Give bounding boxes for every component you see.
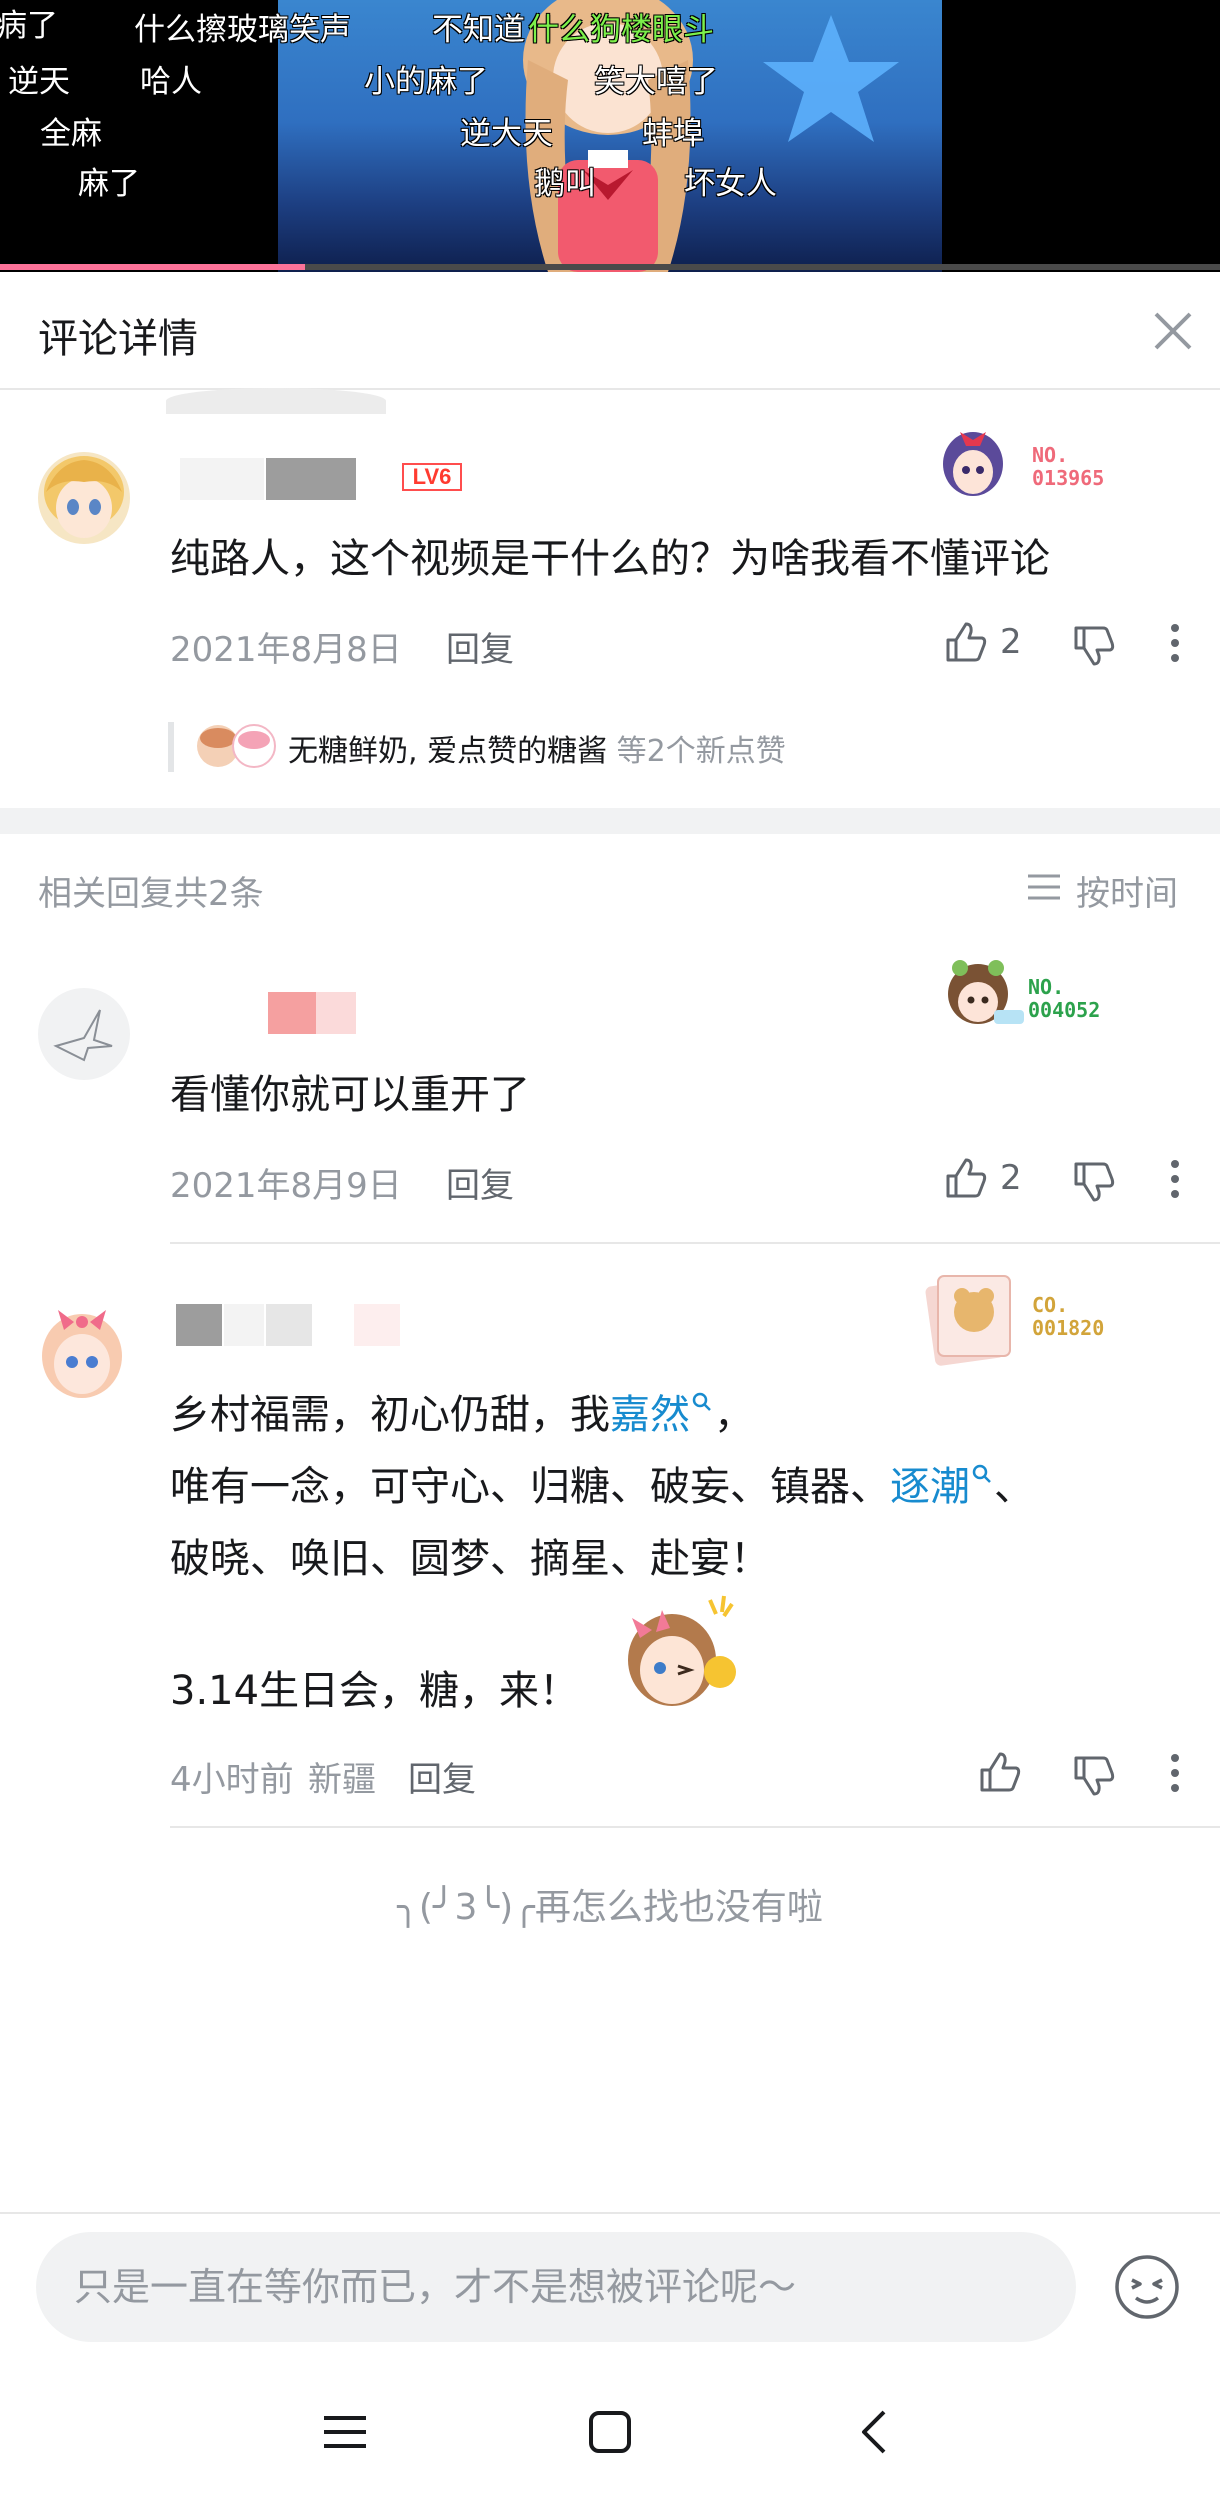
- danmaku-text: 逆天: [8, 64, 70, 100]
- more-options-icon[interactable]: [1160, 1156, 1190, 1202]
- fan-badge-icon: [948, 960, 1024, 1024]
- comment-text-line: 3.14生日会，糖，来！: [170, 1668, 580, 1714]
- level-badge: LV6: [402, 463, 462, 491]
- danmaku-text: 麻了: [78, 166, 140, 202]
- home-icon[interactable]: [588, 2410, 632, 2454]
- fan-badge-label: NO.: [1028, 975, 1065, 999]
- danmaku-text: 什么擦玻璃笑声: [134, 12, 351, 48]
- danmaku-text: 不知道: [432, 12, 525, 48]
- thumbs-down-icon[interactable]: [1070, 1752, 1116, 1798]
- danmaku-text: 坏女人: [684, 166, 777, 202]
- fan-badge-number: 013965: [1032, 466, 1105, 490]
- star-decoration: [763, 15, 899, 142]
- replies-count: 相关回复共2条: [38, 874, 264, 914]
- search-icon: [972, 1464, 991, 1483]
- thumbs-up-icon[interactable]: [942, 620, 988, 666]
- reply-button[interactable]: 回复: [408, 1752, 476, 1801]
- username-redacted: [354, 1304, 400, 1346]
- comment-text: 看懂你就可以重开了: [170, 1072, 530, 1118]
- comment-detail-header: 评论详情: [0, 272, 1220, 390]
- danmaku-text: 小的麻了: [364, 64, 488, 100]
- danmaku-text: 病了: [0, 8, 58, 44]
- thumbs-up-icon[interactable]: [942, 1156, 988, 1202]
- comment-date: 2021年8月9日: [170, 1166, 402, 1206]
- sort-label: 按时间: [1076, 874, 1178, 914]
- close-icon[interactable]: [1148, 306, 1198, 356]
- comment-text-segment: ，: [714, 1392, 754, 1438]
- comment-text: 纯路人，这个视频是干什么的？为啥我看不懂评论: [170, 536, 1050, 582]
- comment-date: 2021年8月8日: [170, 630, 402, 670]
- danmaku-text: 全麻: [40, 116, 102, 152]
- username-redacted: [268, 992, 316, 1034]
- more-options-icon[interactable]: [1160, 1750, 1190, 1796]
- emoji-sticker: [628, 1595, 736, 1706]
- username-redacted: [224, 1304, 264, 1346]
- thumbs-down-icon[interactable]: [1070, 1158, 1116, 1204]
- like-count: 2: [1000, 1158, 1022, 1198]
- like-count: 2: [1000, 622, 1022, 662]
- keyword-link[interactable]: 嘉然: [610, 1392, 690, 1438]
- reply-button[interactable]: 回复: [446, 622, 514, 671]
- username-redacted: [176, 1304, 222, 1346]
- fan-badge-icon: [943, 432, 1003, 496]
- video-progress-fill: [0, 264, 305, 270]
- likers-names: 无糖鲜奶, 爱点赞的糖酱: [288, 734, 608, 769]
- comment-time: 4小时前: [170, 1760, 294, 1800]
- danmaku-text: 哈人: [140, 64, 202, 100]
- thumbs-up-icon[interactable]: [976, 1750, 1022, 1796]
- thumbs-down-icon[interactable]: [1070, 622, 1116, 668]
- username-redacted: [180, 458, 264, 500]
- danmaku-text: 逆大天: [460, 116, 553, 152]
- likers-indicator: [168, 722, 174, 772]
- comment-text-segment: 乡村福需，初心仍甜，我: [170, 1392, 610, 1438]
- comment-text-line: 唯有一念，可守心、归糖、破妄、镇器、逐潮、: [170, 1454, 1034, 1512]
- avatar[interactable]: [38, 988, 130, 1080]
- divider: [170, 1826, 1220, 1828]
- username-redacted: [266, 1304, 312, 1346]
- system-navigation-bar: [0, 2380, 1220, 2504]
- comment-input[interactable]: [36, 2232, 1076, 2342]
- fan-badge-number: 004052: [1028, 998, 1101, 1022]
- fan-badge-label: CO.: [1032, 1293, 1069, 1317]
- username-redacted: [316, 992, 356, 1034]
- comment-text-segment: 唯有一念，可守心、归糖、破妄、镇器、: [170, 1464, 890, 1510]
- list-icon: [1028, 874, 1060, 900]
- likers-info[interactable]: 无糖鲜奶, 爱点赞的糖酱 等2个新点赞: [288, 726, 786, 770]
- fan-badge-label: NO.: [1032, 443, 1069, 467]
- page-title: 评论详情: [38, 316, 198, 362]
- danmaku-text: 蚌埠: [642, 116, 704, 152]
- liker-avatar: [232, 724, 276, 768]
- recent-apps-icon[interactable]: [322, 2412, 368, 2452]
- divider: [170, 1242, 1220, 1244]
- username-redacted: [166, 388, 386, 414]
- avatar[interactable]: [38, 452, 130, 544]
- comment-text-line: 破晓、唤旧、圆梦、摘星、赴宴！: [170, 1536, 770, 1582]
- back-icon[interactable]: [858, 2408, 888, 2456]
- danmaku-text: 笑大嘻了: [594, 64, 718, 100]
- more-options-icon[interactable]: [1160, 620, 1190, 666]
- divider: [0, 2212, 1220, 2214]
- video-progress-bar[interactable]: [0, 264, 1220, 270]
- fan-badge-number: 001820: [1032, 1316, 1105, 1340]
- reply-button[interactable]: 回复: [446, 1158, 514, 1207]
- comment-text-line: 乡村福需，初心仍甜，我嘉然 ，: [170, 1382, 754, 1440]
- avatar[interactable]: [34, 1300, 130, 1404]
- video-player[interactable]: 病了 什么擦玻璃笑声 不知道 什么狗楼眼斗 逆天 哈人 小的麻了 笑大嘻了 全麻…: [0, 0, 1220, 272]
- username-redacted: [266, 458, 356, 500]
- likers-extra: 等2个新点赞: [607, 734, 786, 769]
- comment-location: 新疆: [308, 1760, 376, 1800]
- search-icon: [692, 1392, 711, 1411]
- emoji-icon[interactable]: [1114, 2254, 1180, 2320]
- fan-badge-icon: [925, 1275, 1011, 1366]
- danmaku-text: 什么狗楼眼斗: [528, 12, 714, 48]
- comment-text-segment: 、: [994, 1464, 1034, 1510]
- danmaku-text: 鹅叫: [534, 166, 596, 202]
- end-of-list-text: ╮(╯3╰)╭再怎么找也没有啦: [397, 1887, 823, 1928]
- section-divider: [0, 808, 1220, 834]
- keyword-link[interactable]: 逐潮: [890, 1464, 970, 1510]
